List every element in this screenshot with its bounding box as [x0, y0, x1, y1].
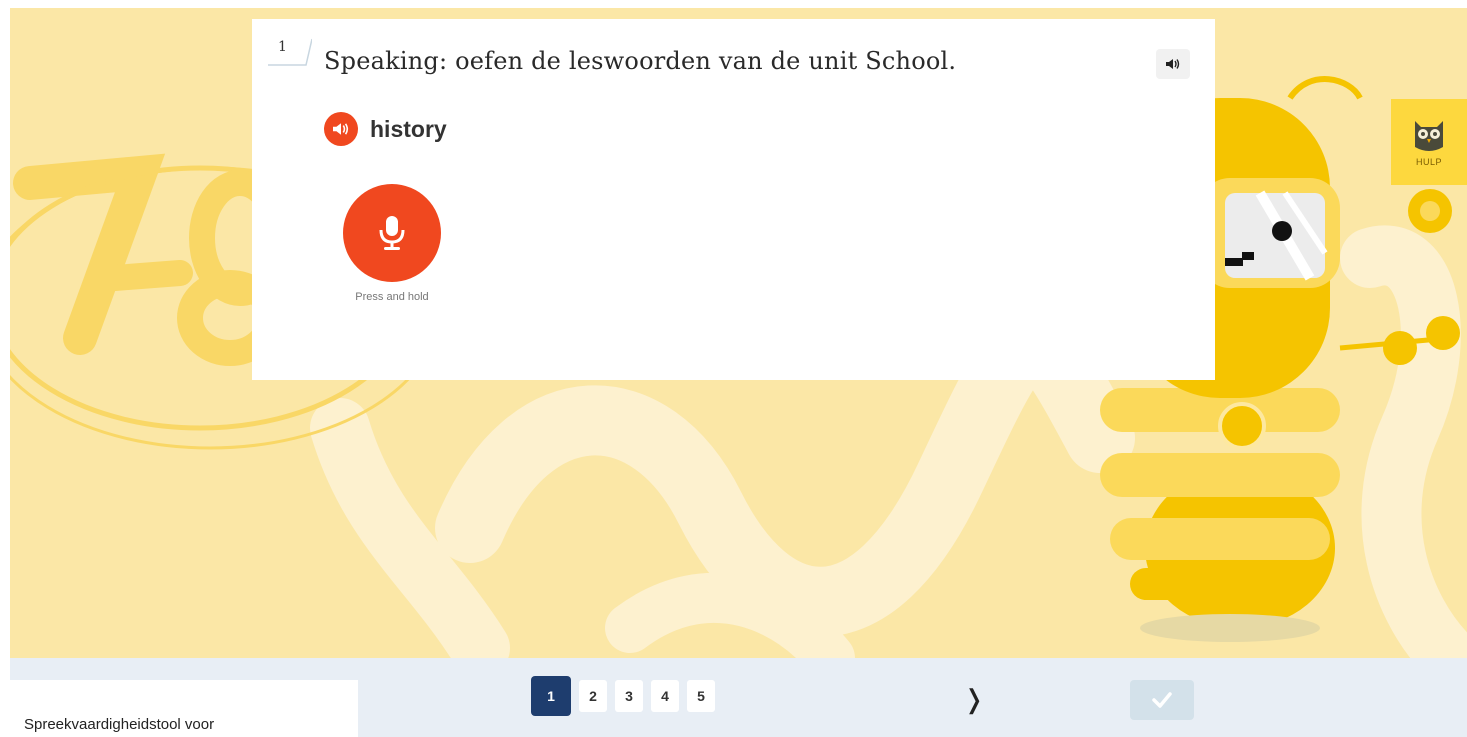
record-hint-label: Press and hold [355, 291, 429, 303]
help-label: HULP [1415, 157, 1442, 167]
caption-text: Spreekvaardigheidstool voor [24, 716, 215, 733]
vocabulary-word-row: history [324, 112, 447, 146]
page-button-5[interactable]: 5 [687, 680, 715, 712]
check-answer-button[interactable] [1130, 680, 1194, 720]
page-button-3[interactable]: 3 [615, 680, 643, 712]
check-icon [1152, 692, 1172, 708]
microphone-icon [379, 216, 405, 250]
read-question-aloud-button[interactable] [1156, 49, 1190, 79]
speaker-icon [333, 123, 349, 135]
question-number: 1 [278, 39, 287, 55]
help-button[interactable]: HULP [1391, 99, 1467, 185]
question-title: Speaking: oefen de leswoorden van de uni… [324, 47, 957, 75]
record-button[interactable] [343, 184, 441, 282]
vocabulary-word: history [370, 115, 447, 142]
next-button[interactable]: ❭ [962, 682, 986, 716]
exercise-card: 1 Speaking: oefen de leswoorden van de u… [252, 19, 1215, 380]
pagination: 1 2 3 4 5 [531, 676, 715, 716]
speaker-icon [1166, 59, 1180, 69]
page-button-1[interactable]: 1 [531, 676, 571, 716]
question-number-badge [268, 38, 312, 66]
play-word-audio-button[interactable] [324, 112, 358, 146]
page-button-4[interactable]: 4 [651, 680, 679, 712]
owl-icon [1415, 121, 1443, 151]
page-button-2[interactable]: 2 [579, 680, 607, 712]
